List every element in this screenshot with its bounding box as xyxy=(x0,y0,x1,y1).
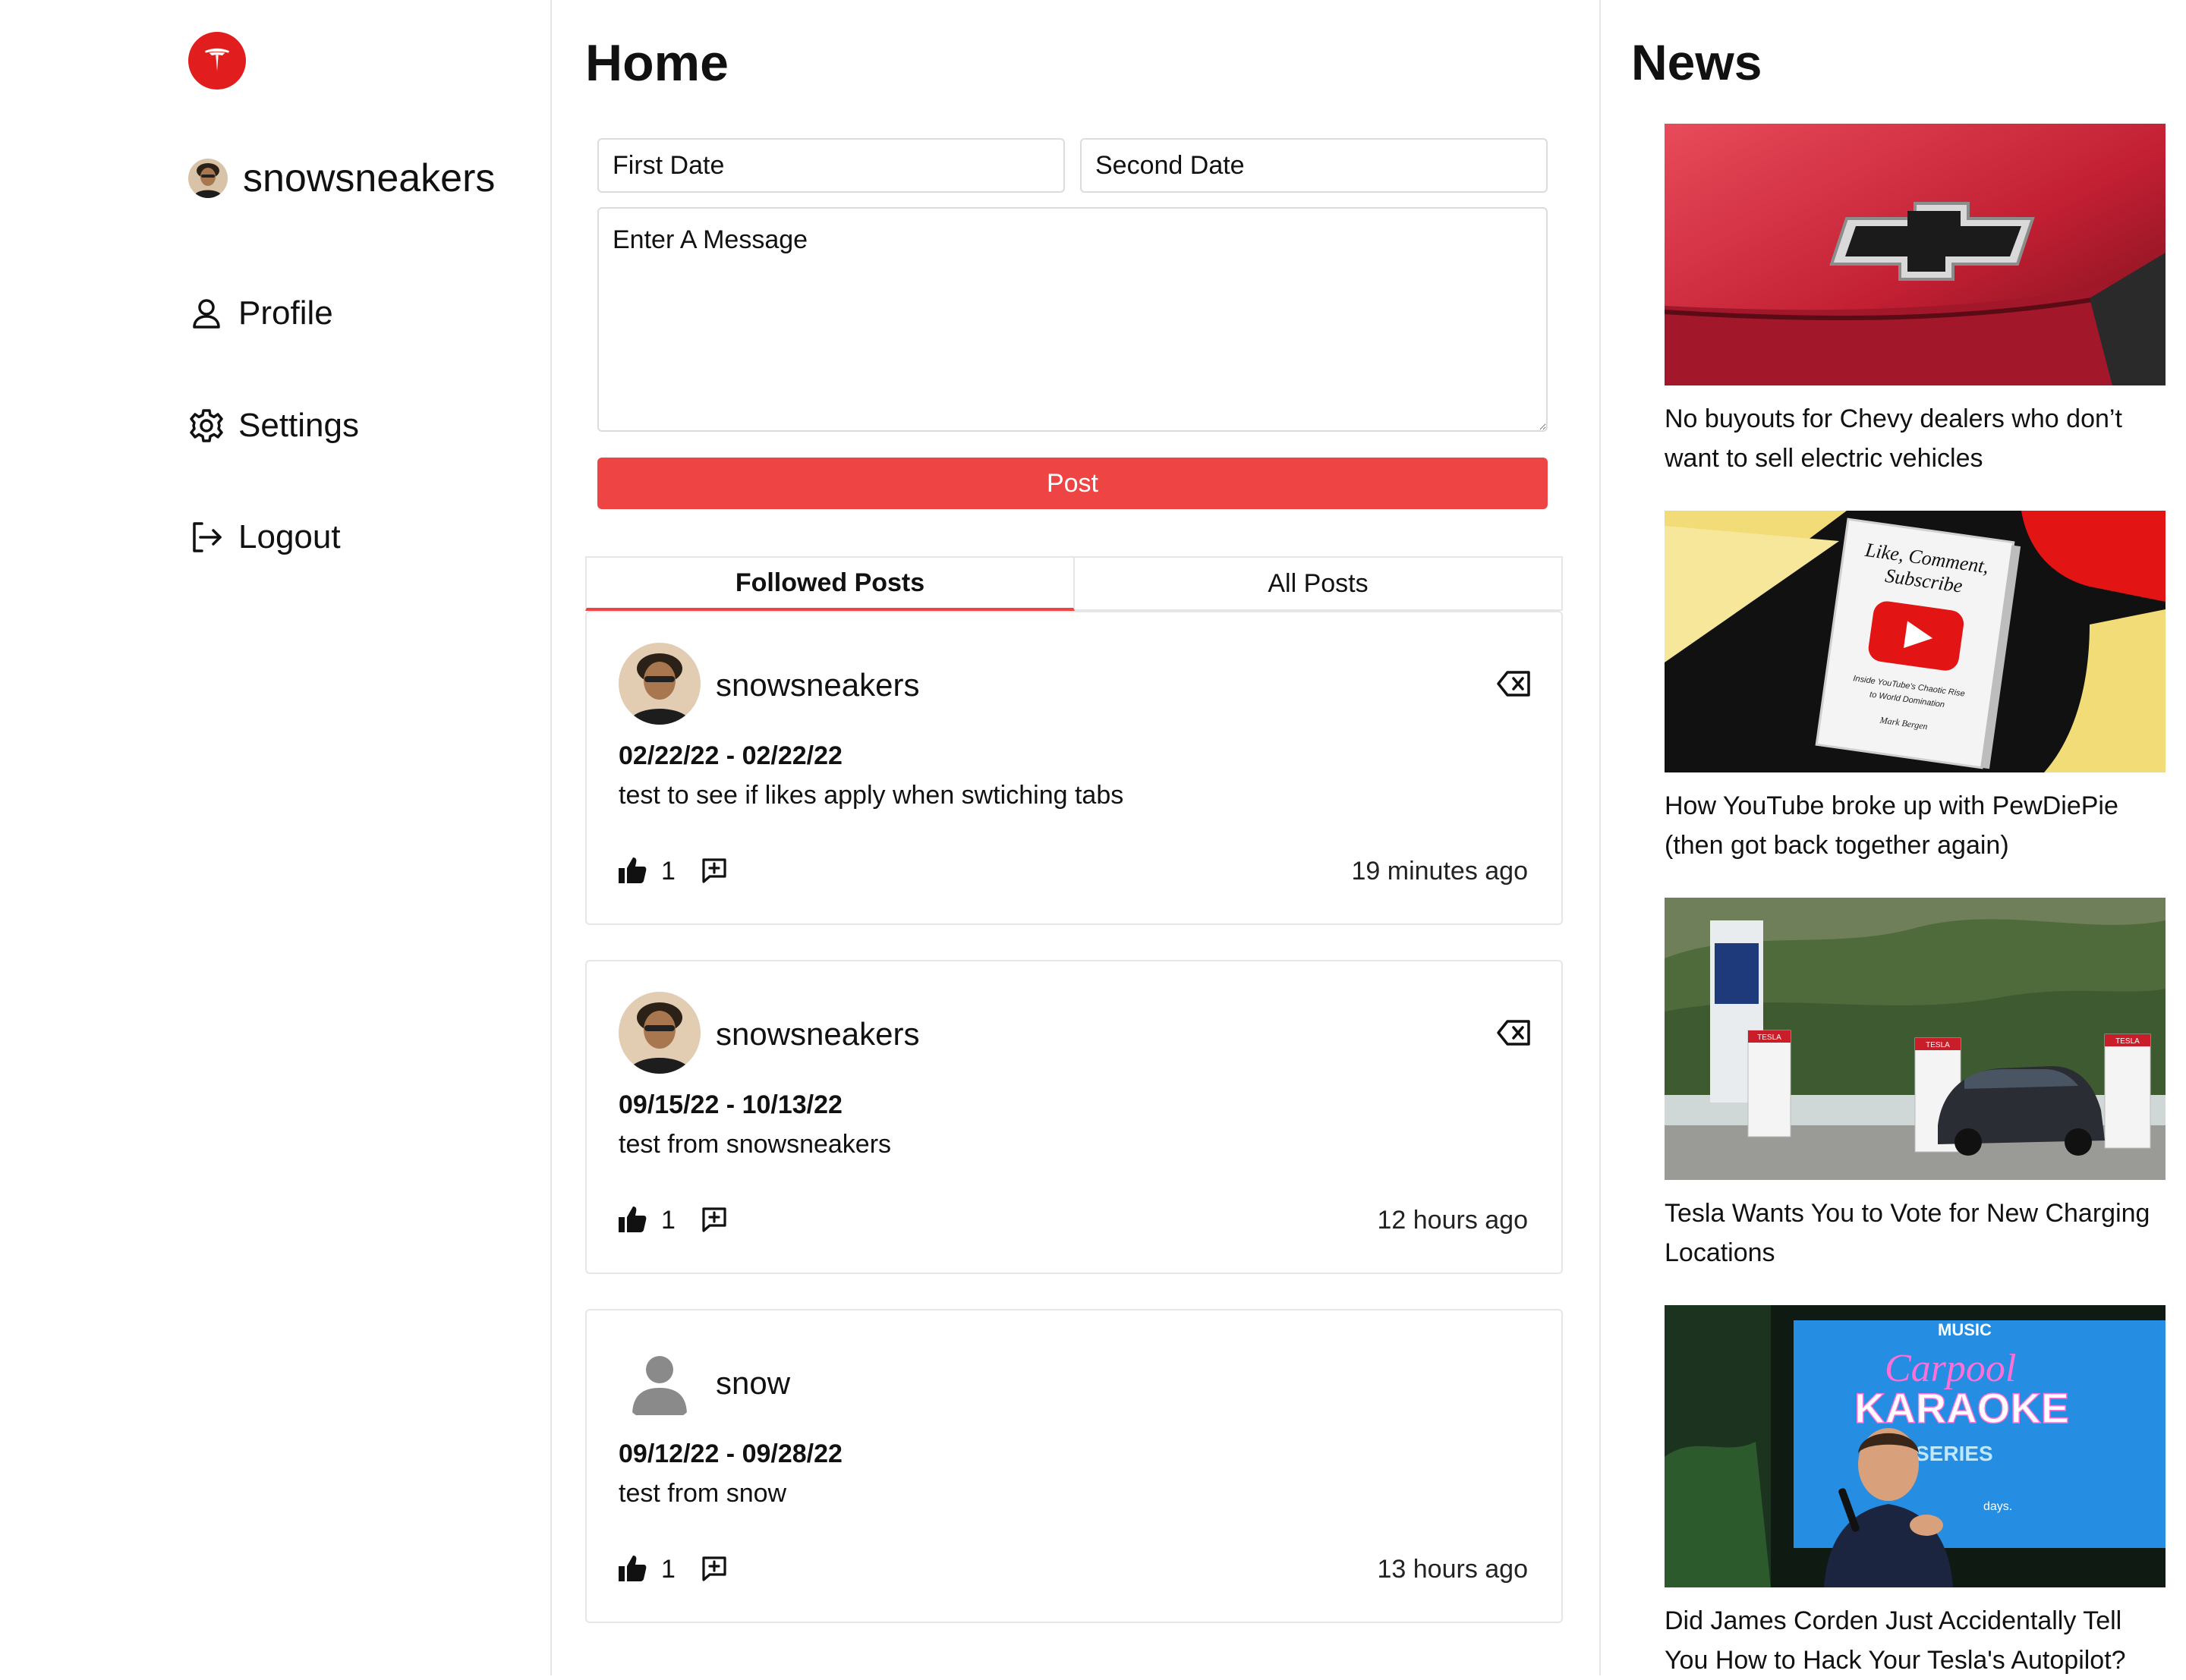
nav-logout[interactable]: Logout xyxy=(188,518,341,556)
post-date-range: 09/12/22 - 09/28/22 xyxy=(619,1439,843,1468)
add-comment-icon[interactable] xyxy=(701,857,728,884)
add-comment-icon[interactable] xyxy=(701,1206,728,1233)
tab-followed-posts[interactable]: Followed Posts xyxy=(585,556,1075,611)
thumbs-up-icon[interactable] xyxy=(617,1204,647,1235)
like-count: 1 xyxy=(661,1206,676,1235)
thumbs-up-icon[interactable] xyxy=(617,855,647,886)
delete-icon[interactable] xyxy=(1496,1018,1532,1048)
first-date-input[interactable] xyxy=(597,138,1065,193)
nav-settings[interactable]: Settings xyxy=(188,407,359,445)
like-count: 1 xyxy=(661,1555,676,1584)
post-username[interactable]: snow xyxy=(716,1365,790,1402)
post-card: snow 09/12/22 - 09/28/22 test from snow … xyxy=(585,1309,1563,1623)
post-message: test from snow xyxy=(619,1479,787,1508)
post-username[interactable]: snowsneakers xyxy=(716,667,919,703)
gear-icon xyxy=(190,409,223,442)
post-username[interactable]: snowsneakers xyxy=(716,1016,919,1052)
charger-brand-label: TESLA xyxy=(1926,1041,1950,1049)
post-card: snowsneakers 09/15/22 - 10/13/22 test fr… xyxy=(585,960,1563,1274)
news-panel: News No buyouts for Chevy dealers who do… xyxy=(1598,0,2186,1675)
thumbs-up-icon[interactable] xyxy=(617,1553,647,1584)
music-brand-text: MUSIC xyxy=(1938,1320,1992,1339)
news-item[interactable]: MUSIC Carpool KARAOKE SERIES days. Did J… xyxy=(1665,1305,2166,1680)
news-thumbnail: Like, Comment, Subscribe Inside YouTube'… xyxy=(1665,511,2166,772)
nav-profile[interactable]: Profile xyxy=(188,294,333,332)
news-headline: How YouTube broke up with PewDiePie (the… xyxy=(1665,791,2118,860)
logout-icon xyxy=(193,522,222,552)
news-headline: Tesla Wants You to Vote for New Charging… xyxy=(1665,1199,2150,1267)
news-thumbnail: TESLA TESLA TESLA xyxy=(1665,898,2166,1180)
second-date-input[interactable] xyxy=(1080,138,1548,193)
news-item[interactable]: Like, Comment, Subscribe Inside YouTube'… xyxy=(1665,511,2166,865)
charger-brand-label: TESLA xyxy=(1757,1033,1781,1042)
avatar[interactable] xyxy=(619,992,701,1074)
nav-profile-label: Profile xyxy=(238,294,333,332)
news-item[interactable]: No buyouts for Chevy dealers who don’t w… xyxy=(1665,124,2166,478)
news-headline: Did James Corden Just Accidentally Tell … xyxy=(1665,1606,2126,1675)
page-title: Home xyxy=(585,34,729,92)
post-message: test from snowsneakers xyxy=(619,1130,892,1159)
post-timestamp: 13 hours ago xyxy=(1377,1555,1529,1584)
nav-logout-label: Logout xyxy=(238,518,341,555)
avatar[interactable] xyxy=(619,643,701,725)
news-item[interactable]: TESLA TESLA TESLA Tesla Wants You to Vot… xyxy=(1665,898,2166,1273)
tesla-logo-icon[interactable] xyxy=(188,32,246,90)
series-text: SERIES xyxy=(1915,1442,1993,1465)
sidebar: snowsneakers Profile Settings Logout xyxy=(0,0,550,1675)
post-date-range: 09/15/22 - 10/13/22 xyxy=(619,1090,843,1119)
post-timestamp: 12 hours ago xyxy=(1377,1206,1529,1235)
tab-all-posts[interactable]: All Posts xyxy=(1075,556,1563,611)
like-count: 1 xyxy=(661,857,676,886)
news-thumbnail xyxy=(1665,124,2166,385)
post-timestamp: 19 minutes ago xyxy=(1351,857,1529,886)
news-headline: No buyouts for Chevy dealers who don’t w… xyxy=(1665,404,2122,473)
charger-brand-label: TESLA xyxy=(2115,1037,2140,1046)
add-comment-icon[interactable] xyxy=(701,1555,728,1582)
avatar xyxy=(188,159,228,198)
promo-text: days. xyxy=(1983,1500,2012,1513)
post-message: test to see if likes apply when swtichin… xyxy=(619,781,1124,810)
delete-icon[interactable] xyxy=(1496,669,1532,699)
post-card: snowsneakers 02/22/22 - 02/22/22 test to… xyxy=(585,611,1563,925)
news-title: News xyxy=(1631,34,1762,90)
news-thumbnail: MUSIC Carpool KARAOKE SERIES days. xyxy=(1665,1305,2166,1587)
user-icon xyxy=(193,299,220,329)
default-avatar-icon[interactable] xyxy=(619,1341,701,1423)
post-date-range: 02/22/22 - 02/22/22 xyxy=(619,741,843,770)
nav-settings-label: Settings xyxy=(238,407,359,444)
main-feed: Home Post Followed Posts All Posts snows… xyxy=(550,0,1601,1675)
message-textarea[interactable] xyxy=(597,207,1548,432)
current-user[interactable]: snowsneakers xyxy=(188,156,495,201)
post-button[interactable]: Post xyxy=(597,458,1548,509)
current-username: snowsneakers xyxy=(243,156,496,200)
feed-tabs: Followed Posts All Posts xyxy=(585,556,1563,611)
karaoke-text: KARAOKE xyxy=(1854,1384,2069,1432)
